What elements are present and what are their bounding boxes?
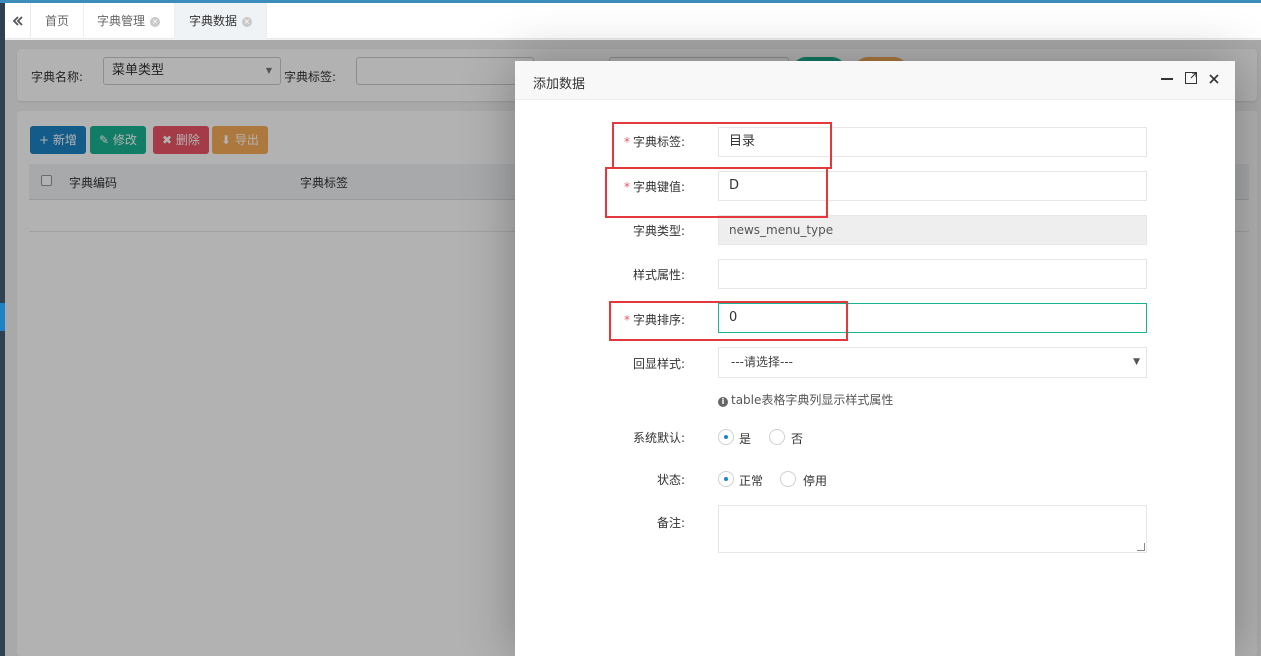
tab-home[interactable]: 首页 <box>31 3 85 39</box>
tab-close-icon[interactable]: × <box>242 16 253 27</box>
tab-label: 字典数据 <box>189 14 238 28</box>
tab-close-icon[interactable]: × <box>150 16 161 27</box>
maximize-icon[interactable] <box>1182 70 1200 90</box>
tab-dict-data[interactable]: 字典数据 × <box>175 3 268 39</box>
is-default-yes-radio[interactable] <box>718 429 734 445</box>
radio-label: 否 <box>791 432 804 446</box>
highlight-box <box>609 301 848 341</box>
dialog-header: 添加数据 <box>515 61 1235 100</box>
tab-label: 字典管理 <box>97 14 146 28</box>
dialog-title: 添加数据 <box>533 77 586 92</box>
double-chevron-left-icon <box>12 16 23 26</box>
field-label-remark: 备注: <box>656 516 685 530</box>
remark-textarea[interactable] <box>718 505 1147 553</box>
close-icon[interactable] <box>1205 70 1223 90</box>
tab-scroll-left-button[interactable] <box>5 3 31 39</box>
radio-label: 是 <box>739 432 752 446</box>
tab-dict-management[interactable]: 字典管理 × <box>83 3 176 39</box>
dict-type-input: news_menu_type <box>718 215 1147 245</box>
field-label-is-default: 系统默认: <box>632 431 685 445</box>
resize-handle[interactable] <box>1137 543 1145 551</box>
info-icon: i <box>718 397 728 407</box>
status-normal-radio[interactable] <box>718 471 734 487</box>
css-class-input[interactable] <box>718 259 1147 289</box>
caret-down-icon: ▼ <box>1133 357 1140 367</box>
highlight-box <box>605 167 828 218</box>
radio-label: 停用 <box>803 474 828 488</box>
list-class-value: ---请选择--- <box>731 355 793 369</box>
is-default-no-radio[interactable] <box>769 429 785 445</box>
radio-label: 正常 <box>739 474 764 488</box>
tab-home-label: 首页 <box>45 14 70 28</box>
field-label-list-class: 回显样式: <box>632 357 685 371</box>
list-class-hint: i table表格字典列显示样式属性 <box>718 391 893 408</box>
status-disabled-radio[interactable] <box>780 471 796 487</box>
tabs-bar: 首页 字典管理 × 字典数据 × <box>5 3 1261 39</box>
highlight-box <box>612 122 832 169</box>
field-label-dict-type: 字典类型: <box>632 224 685 238</box>
field-label-css-class: 样式属性: <box>632 268 685 282</box>
hint-text: table表格字典列显示样式属性 <box>731 393 894 407</box>
field-label-status: 状态: <box>656 473 685 487</box>
minimize-icon[interactable] <box>1158 70 1176 90</box>
list-class-select[interactable]: ---请选择--- ▼ <box>718 347 1147 378</box>
